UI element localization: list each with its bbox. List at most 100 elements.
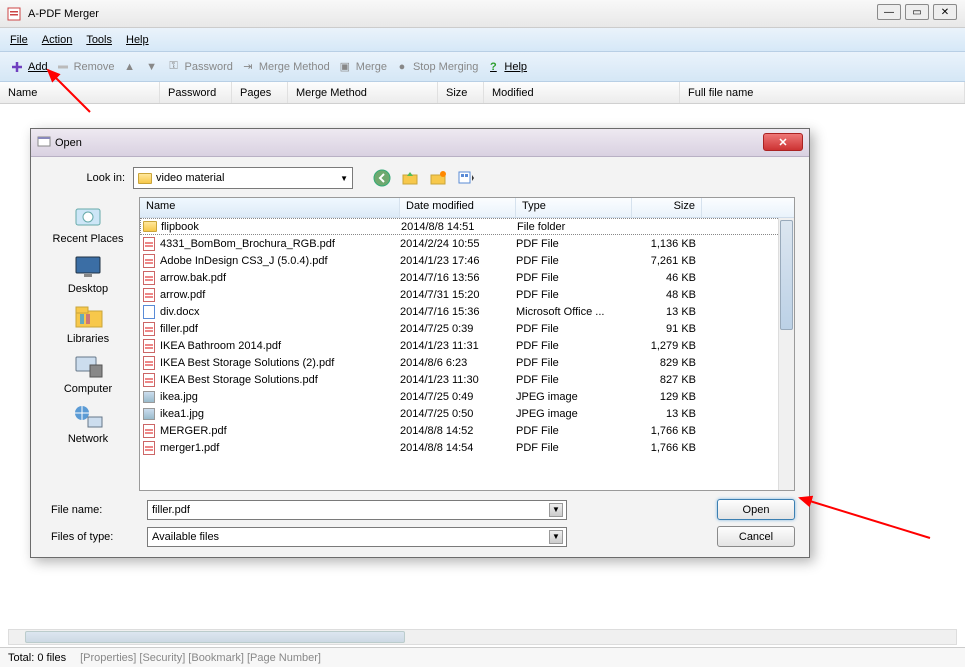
up-icon: ▲ bbox=[123, 60, 137, 74]
col-name[interactable]: Name bbox=[0, 82, 160, 103]
filehead-name[interactable]: Name bbox=[140, 198, 400, 217]
col-pages[interactable]: Pages bbox=[232, 82, 288, 103]
file-name: merger1.pdf bbox=[158, 442, 400, 454]
file-name: MERGER.pdf bbox=[158, 425, 400, 437]
stop-merging-button[interactable]: ● Stop Merging bbox=[395, 60, 478, 74]
file-row[interactable]: ikea1.jpg2014/7/25 0:50JPEG image13 KB bbox=[140, 405, 794, 422]
file-date: 2014/7/25 0:49 bbox=[400, 391, 516, 403]
menu-help[interactable]: Help bbox=[126, 34, 149, 46]
col-size[interactable]: Size bbox=[438, 82, 484, 103]
pdf-icon bbox=[140, 288, 158, 302]
file-size: 1,766 KB bbox=[632, 442, 702, 454]
lookin-label: Look in: bbox=[45, 172, 125, 184]
dialog-close-button[interactable]: ✕ bbox=[763, 133, 803, 151]
filehead-type[interactable]: Type bbox=[516, 198, 632, 217]
filehead-size[interactable]: Size bbox=[632, 198, 702, 217]
place-computer[interactable]: Computer bbox=[64, 351, 112, 395]
file-name: ikea1.jpg bbox=[158, 408, 400, 420]
file-row[interactable]: IKEA Bathroom 2014.pdf2014/1/23 11:31PDF… bbox=[140, 337, 794, 354]
file-name: Adobe InDesign CS3_J (5.0.4).pdf bbox=[158, 255, 400, 267]
file-type: File folder bbox=[517, 221, 633, 233]
filename-label: File name: bbox=[45, 504, 137, 516]
add-button[interactable]: Add bbox=[10, 60, 48, 74]
dialog-title: Open bbox=[55, 137, 82, 149]
col-password[interactable]: Password bbox=[160, 82, 232, 103]
file-list[interactable]: Name Date modified Type Size flipbook201… bbox=[139, 197, 795, 491]
pdf-icon bbox=[140, 373, 158, 387]
file-date: 2014/7/31 15:20 bbox=[400, 289, 516, 301]
lookin-combo[interactable]: video material ▼ bbox=[133, 167, 353, 189]
remove-button[interactable]: Remove bbox=[56, 60, 115, 74]
file-size: 1,136 KB bbox=[632, 238, 702, 250]
minimize-button[interactable]: — bbox=[877, 4, 901, 20]
place-network[interactable]: Network bbox=[68, 401, 108, 445]
move-up-button[interactable]: ▲ bbox=[123, 60, 137, 74]
file-date: 2014/1/23 17:46 bbox=[400, 255, 516, 267]
app-icon bbox=[6, 6, 22, 22]
file-type: PDF File bbox=[516, 357, 632, 369]
file-row[interactable]: 4331_BomBom_Brochura_RGB.pdf2014/2/24 10… bbox=[140, 235, 794, 252]
merge-button[interactable]: ▣ Merge bbox=[338, 60, 387, 74]
file-row[interactable]: div.docx2014/7/16 15:36Microsoft Office … bbox=[140, 303, 794, 320]
folder-icon bbox=[141, 221, 159, 232]
merge-icon: ▣ bbox=[338, 60, 352, 74]
up-folder-button[interactable] bbox=[401, 169, 419, 187]
close-button[interactable]: ✕ bbox=[933, 4, 957, 20]
file-list-scrollbar[interactable] bbox=[778, 218, 794, 490]
password-button[interactable]: ⚿ Password bbox=[167, 60, 233, 74]
col-modified[interactable]: Modified bbox=[484, 82, 680, 103]
menu-file[interactable]: File bbox=[10, 34, 28, 46]
filename-input[interactable]: filler.pdf ▼ bbox=[147, 500, 567, 520]
col-merge-method[interactable]: Merge Method bbox=[288, 82, 438, 103]
filetype-combo[interactable]: Available files ▼ bbox=[147, 527, 567, 547]
file-type: JPEG image bbox=[516, 391, 632, 403]
file-row[interactable]: IKEA Best Storage Solutions.pdf2014/1/23… bbox=[140, 371, 794, 388]
file-size: 13 KB bbox=[632, 306, 702, 318]
toolbar: Add Remove ▲ ▼ ⚿ Password ⇥ Merge Method… bbox=[0, 52, 965, 82]
back-button[interactable] bbox=[373, 169, 391, 187]
new-folder-button[interactable] bbox=[429, 169, 447, 187]
file-row[interactable]: merger1.pdf2014/8/8 14:54PDF File1,766 K… bbox=[140, 439, 794, 456]
pdf-icon bbox=[140, 356, 158, 370]
plus-icon bbox=[10, 60, 24, 74]
file-name: filler.pdf bbox=[158, 323, 400, 335]
help-button[interactable]: ? Help bbox=[486, 60, 527, 74]
file-row[interactable]: Adobe InDesign CS3_J (5.0.4).pdf2014/1/2… bbox=[140, 252, 794, 269]
chevron-down-icon[interactable]: ▼ bbox=[549, 530, 563, 544]
col-full-name[interactable]: Full file name bbox=[680, 82, 965, 103]
file-name: IKEA Bathroom 2014.pdf bbox=[158, 340, 400, 352]
lookin-value: video material bbox=[156, 172, 224, 184]
desktop-icon bbox=[70, 251, 106, 281]
chevron-down-icon[interactable]: ▼ bbox=[549, 503, 563, 517]
jpg-icon bbox=[140, 391, 158, 403]
file-row[interactable]: filler.pdf2014/7/25 0:39PDF File91 KB bbox=[140, 320, 794, 337]
pdf-icon bbox=[140, 237, 158, 251]
filehead-date[interactable]: Date modified bbox=[400, 198, 516, 217]
view-menu-button[interactable] bbox=[457, 169, 475, 187]
menu-action[interactable]: Action bbox=[42, 34, 73, 46]
horizontal-scrollbar[interactable] bbox=[8, 629, 957, 645]
place-libraries[interactable]: Libraries bbox=[67, 301, 109, 345]
move-down-button[interactable]: ▼ bbox=[145, 60, 159, 74]
open-button[interactable]: Open bbox=[717, 499, 795, 520]
file-row[interactable]: arrow.bak.pdf2014/7/16 13:56PDF File46 K… bbox=[140, 269, 794, 286]
file-size: 91 KB bbox=[632, 323, 702, 335]
file-type: PDF File bbox=[516, 442, 632, 454]
file-date: 2014/8/8 14:51 bbox=[401, 221, 517, 233]
file-row[interactable]: ikea.jpg2014/7/25 0:49JPEG image129 KB bbox=[140, 388, 794, 405]
file-row[interactable]: MERGER.pdf2014/8/8 14:52PDF File1,766 KB bbox=[140, 422, 794, 439]
cancel-button[interactable]: Cancel bbox=[717, 526, 795, 547]
file-date: 2014/7/16 15:36 bbox=[400, 306, 516, 318]
file-row[interactable]: arrow.pdf2014/7/31 15:20PDF File48 KB bbox=[140, 286, 794, 303]
file-row[interactable]: flipbook2014/8/8 14:51File folder bbox=[140, 218, 794, 235]
merge-method-button[interactable]: ⇥ Merge Method bbox=[241, 60, 330, 74]
place-desktop[interactable]: Desktop bbox=[68, 251, 108, 295]
menu-tools[interactable]: Tools bbox=[86, 34, 112, 46]
file-row[interactable]: IKEA Best Storage Solutions (2).pdf2014/… bbox=[140, 354, 794, 371]
statusbar: Total: 0 files [Properties] [Security] [… bbox=[0, 647, 965, 667]
merge-method-icon: ⇥ bbox=[241, 60, 255, 74]
maximize-button[interactable]: ▭ bbox=[905, 4, 929, 20]
network-icon bbox=[70, 401, 106, 431]
file-size: 829 KB bbox=[632, 357, 702, 369]
place-recent[interactable]: Recent Places bbox=[53, 201, 124, 245]
